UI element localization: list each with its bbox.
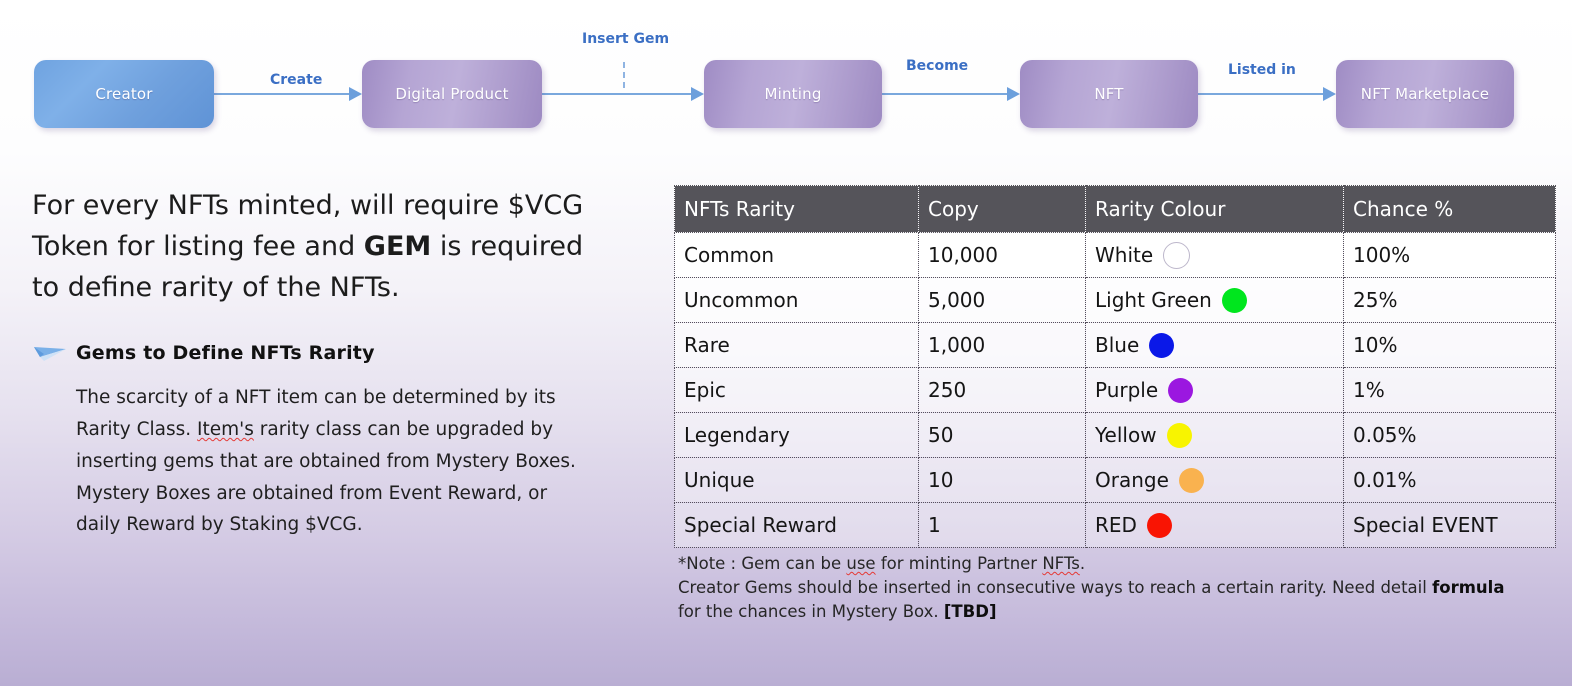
flow-edge-listed-in xyxy=(1198,93,1323,95)
column-header-chance: Chance % xyxy=(1343,185,1556,233)
flow-edge-label-become: Become xyxy=(906,58,969,74)
cell-copy: 10 xyxy=(918,457,1086,503)
footnote-formula-emphasis: formula xyxy=(1432,578,1505,598)
footnote-text-1c: . xyxy=(1079,554,1086,573)
colour-name: White xyxy=(1095,243,1154,267)
cell-copy: 1 xyxy=(918,502,1086,548)
misspelled-word-use: use xyxy=(846,554,876,573)
colour-swatch-icon xyxy=(1146,512,1172,538)
table-header-row: NFTs Rarity Copy Rarity Colour Chance % xyxy=(674,185,1556,233)
sub-heading-row: Gems to Define NFTs Rarity xyxy=(32,342,612,364)
footnote-text-1a: *Note : Gem can be xyxy=(678,554,847,573)
table-row: Rare 1,000 Blue 10% xyxy=(674,322,1556,368)
cell-copy: 1,000 xyxy=(918,322,1086,368)
cell-rarity: Epic xyxy=(674,367,919,413)
flow-node-digital-product[interactable]: Digital Product xyxy=(362,60,542,128)
cell-colour: Purple xyxy=(1085,367,1344,413)
colour-swatch-icon xyxy=(1149,332,1175,358)
cell-colour: RED xyxy=(1085,502,1344,548)
colour-name: Blue xyxy=(1095,333,1140,357)
cell-chance: 100% xyxy=(1343,232,1556,278)
flow-edge-insert xyxy=(542,93,691,95)
table-row: Common 10,000 White 100% xyxy=(674,232,1556,278)
flow-edge-label-listed-in: Listed in xyxy=(1228,62,1296,78)
cell-rarity: Unique xyxy=(674,457,919,503)
table-footnote: *Note : Gem can be use for minting Partn… xyxy=(678,552,1508,624)
colour-name: Orange xyxy=(1095,468,1169,492)
cell-colour: Light Green xyxy=(1085,277,1344,323)
cell-rarity: Uncommon xyxy=(674,277,919,323)
sub-heading-text: Gems to Define NFTs Rarity xyxy=(76,342,375,365)
cell-copy: 5,000 xyxy=(918,277,1086,323)
arrowhead-become xyxy=(1007,87,1020,101)
colour-swatch-icon xyxy=(1178,467,1204,493)
footnote-line-2: Creator Gems should be inserted in conse… xyxy=(678,576,1508,624)
cell-colour: White xyxy=(1085,232,1344,278)
misspelled-word-nfts: NFTs xyxy=(1042,554,1080,573)
colour-name: RED xyxy=(1095,513,1137,537)
arrowhead-listed-in xyxy=(1323,87,1336,101)
insert-gem-connector xyxy=(623,62,625,88)
colour-swatch-icon xyxy=(1168,377,1194,403)
cell-chance: 0.05% xyxy=(1343,412,1556,458)
flow-edge-become xyxy=(882,93,1007,95)
footnote-text-3: for the chances in Mystery Box. xyxy=(678,602,944,622)
cell-copy: 250 xyxy=(918,367,1086,413)
arrowhead-create xyxy=(349,87,362,101)
column-header-rarity: NFTs Rarity xyxy=(674,185,919,233)
cell-chance: 10% xyxy=(1343,322,1556,368)
table-row: Special Reward 1 RED Special EVENT xyxy=(674,502,1556,548)
flow-edge-create xyxy=(214,93,349,95)
lede-paragraph: For every NFTs minted, will require $VCG… xyxy=(32,185,612,308)
footnote-tbd-badge: [TBD] xyxy=(943,602,997,622)
paper-plane-icon xyxy=(32,343,70,363)
cell-copy: 50 xyxy=(918,412,1086,458)
colour-name: Yellow xyxy=(1095,423,1157,447)
cell-rarity: Legendary xyxy=(674,412,919,458)
flow-node-nft-marketplace[interactable]: NFT Marketplace xyxy=(1336,60,1514,128)
cell-chance: Special EVENT xyxy=(1343,502,1556,548)
rarity-table-container: NFTs Rarity Copy Rarity Colour Chance % … xyxy=(674,185,1556,548)
left-content-column: For every NFTs minted, will require $VCG… xyxy=(32,185,612,541)
flow-node-minting[interactable]: Minting xyxy=(704,60,882,128)
column-header-copy: Copy xyxy=(918,185,1086,233)
cell-rarity: Common xyxy=(674,232,919,278)
cell-chance: 0.01% xyxy=(1343,457,1556,503)
process-flow-diagram: Create Insert Gem Become Listed in Creator Di… xyxy=(0,0,1572,165)
flow-edge-label-create: Create xyxy=(270,72,323,88)
rarity-table-head: NFTs Rarity Copy Rarity Colour Chance % xyxy=(674,185,1556,233)
rarity-table: NFTs Rarity Copy Rarity Colour Chance % … xyxy=(674,185,1556,548)
cell-copy: 10,000 xyxy=(918,232,1086,278)
flow-edge-label-insert: Insert Gem xyxy=(582,31,670,47)
misspelled-word-items: Item's xyxy=(197,418,254,440)
colour-swatch-icon xyxy=(1166,422,1192,448)
footnote-line-1: *Note : Gem can be use for minting Partn… xyxy=(678,552,1508,576)
cell-chance: 1% xyxy=(1343,367,1556,413)
table-row: Uncommon 5,000 Light Green 25% xyxy=(674,277,1556,323)
rarity-table-body: Common 10,000 White 100% Uncommon 5,000 Light … xyxy=(674,232,1556,548)
flow-node-creator[interactable]: Creator xyxy=(34,60,214,128)
colour-name: Purple xyxy=(1095,378,1159,402)
colour-swatch-icon xyxy=(1163,241,1191,269)
arrowhead-insert xyxy=(691,87,704,101)
lede-gem-emphasis: GEM xyxy=(363,231,432,263)
cell-colour: Yellow xyxy=(1085,412,1344,458)
colour-name: Light Green xyxy=(1095,288,1212,312)
footnote-text-1b: for minting Partner xyxy=(875,554,1043,573)
cell-chance: 25% xyxy=(1343,277,1556,323)
table-row: Epic 250 Purple 1% xyxy=(674,367,1556,413)
flow-node-nft[interactable]: NFT xyxy=(1020,60,1198,128)
body-paragraph: The scarcity of a NFT item can be determ… xyxy=(76,382,576,541)
footnote-text-2: Creator Gems should be inserted in conse… xyxy=(678,578,1433,598)
table-row: Unique 10 Orange 0.01% xyxy=(674,457,1556,503)
cell-colour: Orange xyxy=(1085,457,1344,503)
cell-rarity: Special Reward xyxy=(674,502,919,548)
cell-colour: Blue xyxy=(1085,322,1344,368)
column-header-colour: Rarity Colour xyxy=(1085,185,1344,233)
table-row: Legendary 50 Yellow 0.05% xyxy=(674,412,1556,458)
colour-swatch-icon xyxy=(1221,287,1247,313)
cell-rarity: Rare xyxy=(674,322,919,368)
